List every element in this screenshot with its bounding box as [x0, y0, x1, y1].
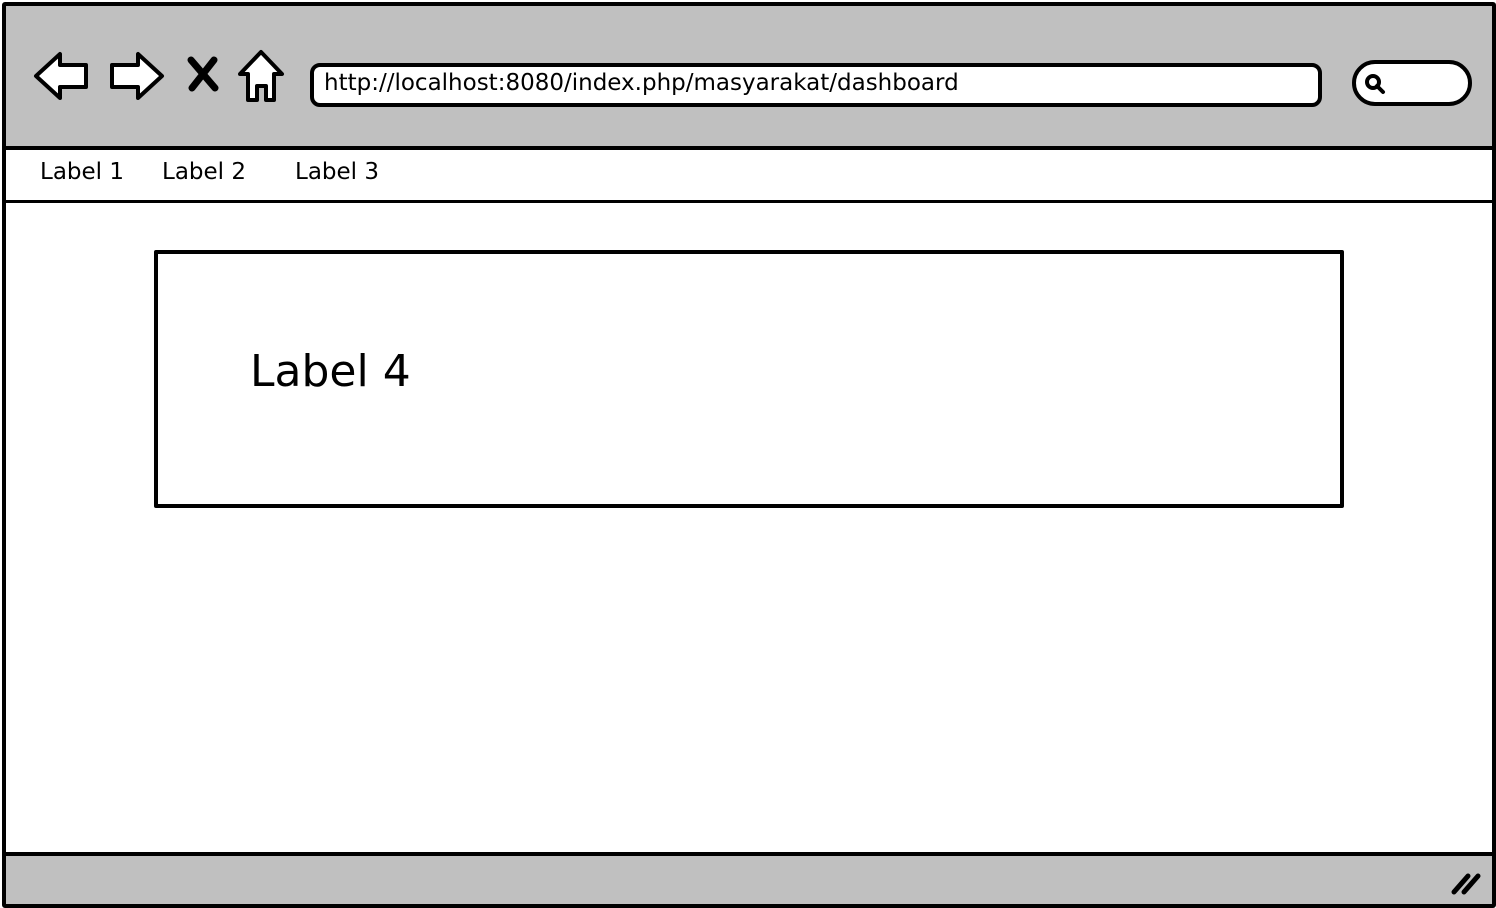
close-x-icon[interactable] [186, 56, 220, 92]
panel-label: Label 4 [250, 346, 411, 397]
menu-item-label-3[interactable]: Label 3 [295, 159, 379, 185]
content-panel: Label 4 [154, 250, 1344, 508]
menu-item-label-1[interactable]: Label 1 [40, 159, 124, 185]
browser-toolbar: http://localhost:8080/index.php/masyarak… [6, 6, 1492, 150]
home-icon[interactable] [236, 48, 286, 104]
resize-grip-icon[interactable] [1450, 870, 1482, 900]
back-arrow-icon[interactable] [32, 50, 92, 102]
menu-bar: Label 1 Label 2 Label 3 [6, 150, 1492, 203]
menu-item-label-2[interactable]: Label 2 [162, 159, 246, 185]
address-bar[interactable]: http://localhost:8080/index.php/masyarak… [310, 63, 1322, 107]
browser-window: http://localhost:8080/index.php/masyarak… [2, 2, 1496, 908]
status-bar [6, 852, 1492, 904]
search-input[interactable] [1352, 60, 1472, 106]
search-icon [1364, 73, 1386, 95]
address-bar-url: http://localhost:8080/index.php/masyarak… [324, 70, 959, 96]
forward-arrow-icon[interactable] [106, 50, 166, 102]
